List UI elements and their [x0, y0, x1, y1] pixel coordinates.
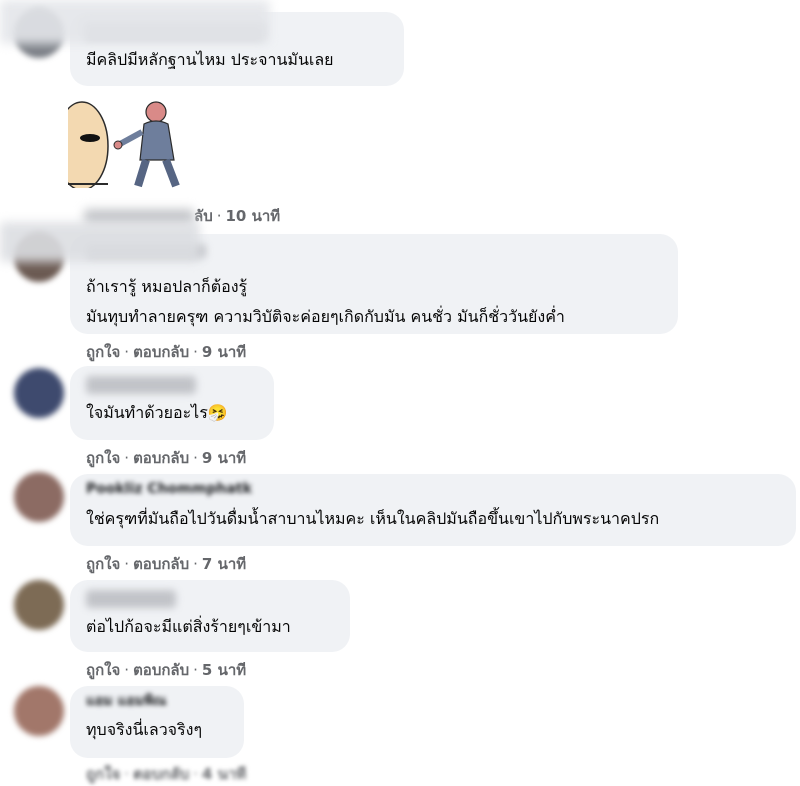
comment-text: ใจมันทำด้วยอะไร🤧 — [86, 403, 228, 422]
timestamp[interactable]: 7 นาที — [202, 555, 246, 573]
timestamp[interactable]: 5 นาที — [202, 661, 246, 679]
timestamp[interactable]: 9 นาที — [202, 343, 246, 361]
comment-text: ใช่ครุฑที่มันถือไปวันดื่มน้ำสาบานไหมคะ เ… — [86, 509, 660, 528]
comment-text-line: ถ้าเรารู้ หมอปลาก็ต้องรู้ — [86, 277, 248, 296]
redaction-overlay — [0, 222, 200, 262]
like-link[interactable]: ถูกใจ — [86, 449, 120, 467]
comment-bubble: ใจมันทำด้วยอะไร🤧 — [70, 366, 274, 440]
comment-bubble: แอม แอมพิณ ทุบจริงนี่เลวจริงๆ — [70, 686, 244, 758]
author-name[interactable]: แอม แอมพิณ — [86, 692, 206, 710]
comment-text: ทุบจริงนี่เลวจริงๆ — [86, 720, 203, 739]
reply-link[interactable]: ตอบกลับ — [133, 343, 189, 361]
timestamp[interactable]: 10 นาที — [226, 207, 281, 225]
author-name[interactable]: Pookliz Chommphatk — [86, 480, 286, 498]
reply-link[interactable]: ตอบกลับ — [133, 555, 189, 573]
timestamp[interactable]: 9 นาที — [202, 449, 246, 467]
like-link[interactable]: ถูกใจ — [86, 343, 120, 361]
like-link[interactable]: ถูกใจ — [86, 765, 120, 783]
avatar[interactable] — [14, 472, 64, 522]
comment-meta: ถูกใจ · ตอบกลับ · 4 นาที — [86, 765, 247, 783]
redaction-overlay — [0, 0, 270, 44]
author-name-redacted[interactable] — [86, 590, 176, 608]
avatar[interactable] — [14, 686, 64, 736]
reply-link[interactable]: ตอบกลับ — [133, 765, 189, 783]
comment-meta: ถูกใจ · ตอบกลับ · 5 นาที — [86, 661, 247, 679]
sticker-image[interactable] — [68, 96, 186, 188]
comment-meta: ถูกใจ · ตอบกลับ · 9 นาที — [86, 449, 247, 467]
avatar[interactable] — [14, 580, 64, 630]
comment-text: ต่อไปก้อจะมีแต่สิ่งร้ายๆเข้ามา — [86, 617, 291, 636]
comment-text-line: มันทุบทำลายครุฑ ความวิบัติจะค่อยๆเกิดกับ… — [86, 307, 565, 326]
reply-link[interactable]: ตอบกลับ — [133, 661, 189, 679]
author-name-redacted[interactable] — [86, 376, 196, 394]
timestamp[interactable]: 4 นาที — [202, 765, 246, 783]
like-link[interactable]: ถูกใจ — [86, 661, 120, 679]
reply-link[interactable]: ตอบกลับ — [133, 449, 189, 467]
comment-bubble: ต่อไปก้อจะมีแต่สิ่งร้ายๆเข้ามา — [70, 580, 350, 652]
comment-text: มีคลิปมีหลักฐานไหม ประจานมันเลย — [86, 50, 334, 69]
comment-bubble: Pookliz Chommphatk ใช่ครุฑที่มันถือไปวัน… — [70, 474, 796, 546]
comment-meta: ถูกใจ · ตอบกลับ · 7 นาที — [86, 555, 247, 573]
avatar[interactable] — [14, 368, 64, 418]
comment-meta: ถูกใจ · ตอบกลับ · 9 นาที — [86, 343, 247, 361]
like-link[interactable]: ถูกใจ — [86, 555, 120, 573]
